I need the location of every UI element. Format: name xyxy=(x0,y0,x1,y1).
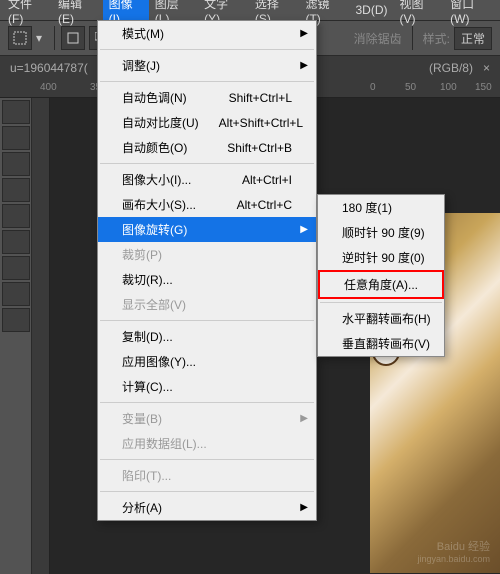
menu-item-flip-vertical[interactable]: 垂直翻转画布(V) xyxy=(318,331,444,356)
tool-slot[interactable] xyxy=(2,308,30,332)
separator xyxy=(100,163,314,164)
tool-slot[interactable] xyxy=(2,230,30,254)
tool-slot[interactable] xyxy=(2,126,30,150)
marquee-tool-icon[interactable] xyxy=(8,26,32,50)
menu-item-mode[interactable]: 模式(M)▶ xyxy=(98,21,316,46)
menu-item-reveal-all: 显示全部(V) xyxy=(98,292,316,317)
image-rotation-submenu: 180 度(1) 顺时针 90 度(9) 逆时针 90 度(0) 任意角度(A)… xyxy=(317,194,445,357)
ruler-tick: 100 xyxy=(440,82,457,93)
ruler-vertical xyxy=(32,98,50,574)
tool-slot[interactable] xyxy=(2,204,30,228)
menu-item-rotate-90-cw[interactable]: 顺时针 90 度(9) xyxy=(318,220,444,245)
chevron-right-icon: ▶ xyxy=(300,28,308,39)
menu-item-arbitrary-rotation[interactable]: 任意角度(A)... xyxy=(318,270,444,299)
ruler-tick: 400 xyxy=(40,82,57,93)
menu-item-crop: 裁剪(P) xyxy=(98,242,316,267)
ruler-tick: 150 xyxy=(475,82,492,93)
separator xyxy=(412,26,413,50)
tools-panel xyxy=(0,98,32,574)
separator xyxy=(100,49,314,50)
selection-new-icon[interactable] xyxy=(61,26,85,50)
style-value: 正常 xyxy=(461,30,485,47)
menu-item-apply-dataset: 应用数据组(L)... xyxy=(98,431,316,456)
menu-3d[interactable]: 3D(D) xyxy=(349,1,393,19)
menu-item-adjustments[interactable]: 调整(J)▶ xyxy=(98,53,316,78)
shortcut: Alt+Ctrl+I xyxy=(222,173,292,187)
chevron-right-icon: ▶ xyxy=(300,413,308,424)
menu-item-canvas-size[interactable]: 画布大小(S)...Alt+Ctrl+C xyxy=(98,192,316,217)
menu-item-auto-tone[interactable]: 自动色调(N)Shift+Ctrl+L xyxy=(98,85,316,110)
menu-item-image-rotation[interactable]: 图像旋转(G)▶ xyxy=(98,217,316,242)
menu-item-analysis[interactable]: 分析(A)▶ xyxy=(98,495,316,520)
menu-view[interactable]: 视图(V) xyxy=(393,0,444,28)
chevron-down-icon[interactable]: ▾ xyxy=(36,31,42,45)
separator xyxy=(100,320,314,321)
close-icon[interactable]: × xyxy=(483,61,490,75)
menu-item-apply-image[interactable]: 应用图像(Y)... xyxy=(98,349,316,374)
antialias-label: 消除锯齿 xyxy=(354,30,402,47)
separator xyxy=(54,26,55,50)
tool-slot[interactable] xyxy=(2,282,30,306)
menu-item-image-size[interactable]: 图像大小(I)...Alt+Ctrl+I xyxy=(98,167,316,192)
menu-window[interactable]: 窗口(W) xyxy=(444,0,498,28)
image-menu-dropdown: 模式(M)▶ 调整(J)▶ 自动色调(N)Shift+Ctrl+L 自动对比度(… xyxy=(97,20,317,521)
menu-item-rotate-90-ccw[interactable]: 逆时针 90 度(0) xyxy=(318,245,444,270)
document-tab-title[interactable]: u=196044787( xyxy=(10,61,88,75)
separator xyxy=(100,491,314,492)
tool-slot[interactable] xyxy=(2,178,30,202)
shortcut: Shift+Ctrl+L xyxy=(209,91,292,105)
menu-item-calculations[interactable]: 计算(C)... xyxy=(98,374,316,399)
menubar: 文件(F) 编辑(E) 图像(I) 图层(L) 文字(Y) 选择(S) 滤镜(T… xyxy=(0,0,500,20)
menu-item-trim[interactable]: 裁切(R)... xyxy=(98,267,316,292)
tool-slot[interactable] xyxy=(2,152,30,176)
shortcut: Alt+Shift+Ctrl+L xyxy=(199,116,303,130)
ruler-tick: 50 xyxy=(405,82,416,93)
menu-item-flip-horizontal[interactable]: 水平翻转画布(H) xyxy=(318,306,444,331)
tool-slot[interactable] xyxy=(2,100,30,124)
shortcut: Alt+Ctrl+C xyxy=(217,198,292,212)
separator xyxy=(100,459,314,460)
style-label: 样式: xyxy=(423,30,450,47)
separator xyxy=(100,81,314,82)
chevron-right-icon: ▶ xyxy=(300,502,308,513)
chevron-right-icon: ▶ xyxy=(300,224,308,235)
menu-item-auto-color[interactable]: 自动颜色(O)Shift+Ctrl+B xyxy=(98,135,316,160)
document-mode: (RGB/8) xyxy=(429,61,473,75)
menu-item-auto-contrast[interactable]: 自动对比度(U)Alt+Shift+Ctrl+L xyxy=(98,110,316,135)
menu-edit[interactable]: 编辑(E) xyxy=(52,0,103,28)
tool-slot[interactable] xyxy=(2,256,30,280)
ruler-tick: 0 xyxy=(370,82,376,93)
separator xyxy=(100,402,314,403)
shortcut: Shift+Ctrl+B xyxy=(207,141,292,155)
chevron-right-icon: ▶ xyxy=(300,60,308,71)
menu-file[interactable]: 文件(F) xyxy=(2,0,52,28)
style-dropdown[interactable]: 正常 xyxy=(454,27,492,50)
menu-item-duplicate[interactable]: 复制(D)... xyxy=(98,324,316,349)
menu-item-trap: 陷印(T)... xyxy=(98,463,316,488)
menu-item-rotate-180[interactable]: 180 度(1) xyxy=(318,195,444,220)
menu-item-variables: 变量(B)▶ xyxy=(98,406,316,431)
separator xyxy=(320,302,442,303)
